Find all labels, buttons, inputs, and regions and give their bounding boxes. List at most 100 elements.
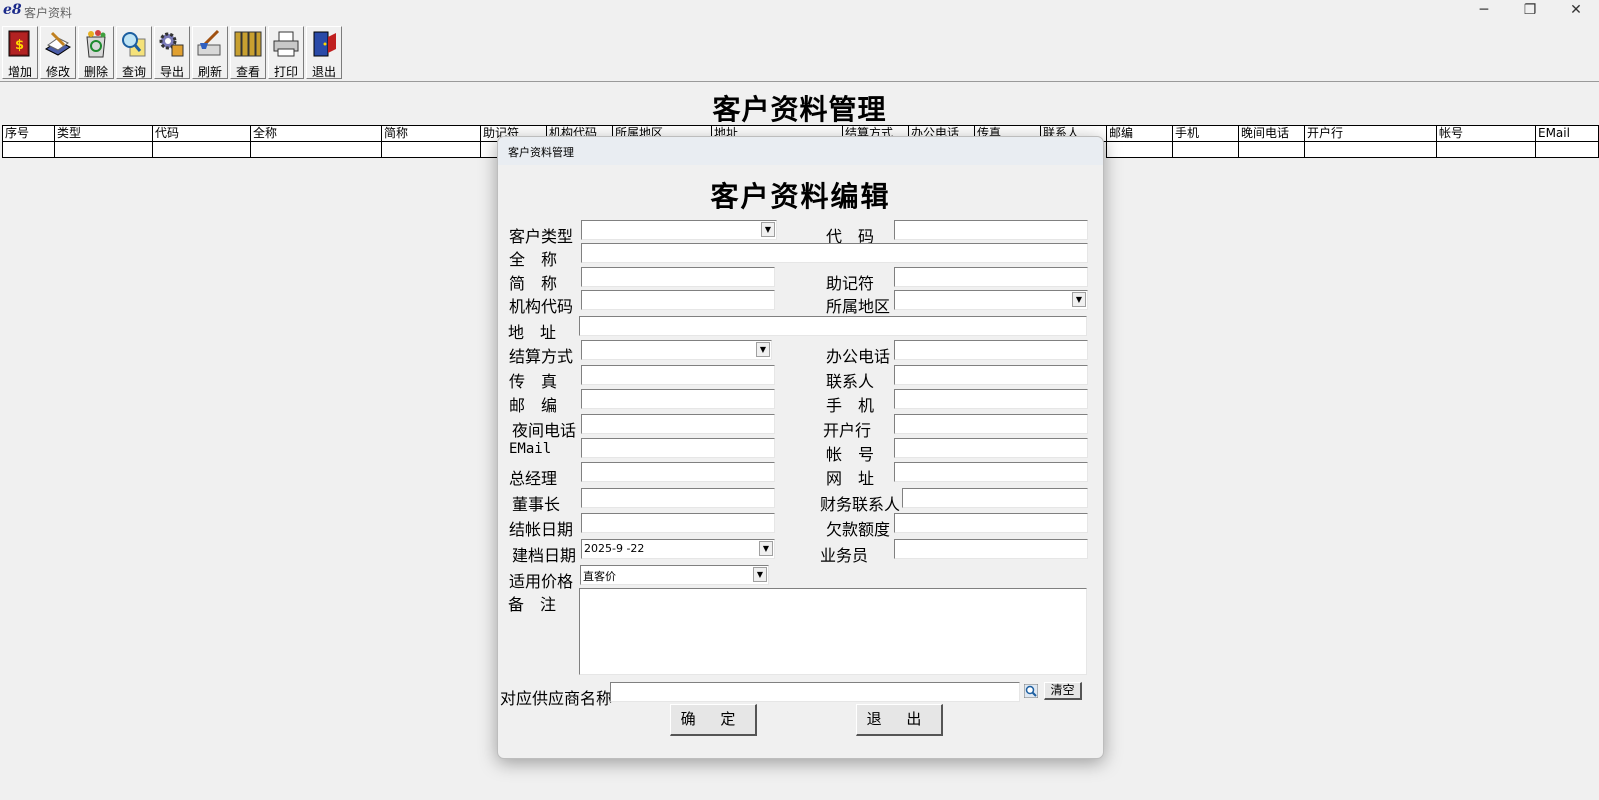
grid-header-cell[interactable]: 全称 bbox=[250, 125, 382, 142]
print-button[interactable]: 打印 bbox=[268, 26, 304, 79]
refresh-button[interactable]: 刷新 bbox=[192, 26, 228, 79]
website-label: 网 址 bbox=[826, 469, 875, 488]
grid-header-cell[interactable]: 手机 bbox=[1172, 125, 1239, 142]
search-icon[interactable] bbox=[1024, 684, 1038, 698]
grid-cell[interactable] bbox=[54, 142, 153, 158]
grid-header-cell[interactable]: 代码 bbox=[152, 125, 251, 142]
delete-label: 删除 bbox=[83, 65, 108, 79]
grid-header-cell[interactable]: 邮编 bbox=[1106, 125, 1173, 142]
toolbar: $ 增加 修改 删除 查询 导出 刷新 查看 打印 退出 bbox=[0, 25, 1599, 82]
mobile-label: 手 机 bbox=[826, 396, 875, 415]
grid-header-cell[interactable]: EMail bbox=[1535, 125, 1599, 142]
created-date-picker[interactable]: 2025-9 -22 ▼ bbox=[581, 539, 775, 559]
mnemonic-label: 助记符 bbox=[826, 274, 875, 293]
region-label: 所属地区 bbox=[826, 297, 891, 316]
postcode-field[interactable] bbox=[581, 389, 775, 409]
chevron-down-icon[interactable]: ▼ bbox=[753, 567, 767, 582]
account-label: 帐 号 bbox=[826, 445, 875, 464]
minimize-button[interactable]: ─ bbox=[1461, 0, 1507, 22]
office-phone-field[interactable] bbox=[894, 340, 1088, 360]
general-manager-field[interactable] bbox=[581, 462, 775, 482]
price-value: 直客价 bbox=[583, 570, 616, 583]
website-field[interactable] bbox=[894, 462, 1088, 482]
grid-header-cell[interactable]: 简称 bbox=[381, 125, 481, 142]
add-label: 增加 bbox=[7, 65, 32, 79]
night-phone-field[interactable] bbox=[581, 414, 775, 434]
clear-button[interactable]: 清空 bbox=[1044, 682, 1082, 700]
settlement-select[interactable]: ▼ bbox=[581, 340, 772, 360]
grid-cell[interactable] bbox=[152, 142, 251, 158]
email-field[interactable] bbox=[581, 438, 775, 458]
customer-type-label: 客户类型 bbox=[509, 227, 574, 246]
grid-cell[interactable] bbox=[1436, 142, 1536, 158]
exit-dialog-button[interactable]: 退 出 bbox=[856, 704, 943, 736]
mobile-field[interactable] bbox=[894, 389, 1088, 409]
grid-header-cell[interactable]: 帐号 bbox=[1436, 125, 1536, 142]
finance-contact-field[interactable] bbox=[902, 488, 1088, 508]
chevron-down-icon[interactable]: ▼ bbox=[1072, 292, 1086, 307]
grid-header-cell[interactable]: 开户行 bbox=[1304, 125, 1437, 142]
customer-type-select[interactable]: ▼ bbox=[581, 220, 777, 240]
confirm-button[interactable]: 确 定 bbox=[670, 704, 757, 736]
address-label: 地 址 bbox=[508, 323, 557, 342]
grid-cell[interactable] bbox=[1535, 142, 1599, 158]
export-gear-icon bbox=[159, 32, 184, 57]
grid-cell[interactable] bbox=[1304, 142, 1437, 158]
salesperson-field[interactable] bbox=[894, 539, 1088, 559]
supplier-field[interactable] bbox=[610, 682, 1020, 702]
region-select[interactable]: ▼ bbox=[894, 290, 1088, 310]
edit-label: 修改 bbox=[45, 65, 70, 79]
mnemonic-field[interactable] bbox=[894, 267, 1088, 287]
credit-limit-field[interactable] bbox=[894, 513, 1088, 533]
remark-textarea[interactable] bbox=[579, 588, 1087, 675]
exit-label: 退出 bbox=[311, 65, 336, 79]
add-button[interactable]: $ 增加 bbox=[2, 26, 38, 79]
price-select[interactable]: 直客价 ▼ bbox=[580, 565, 769, 585]
settlement-label: 结算方式 bbox=[509, 347, 574, 366]
chairman-label: 董事长 bbox=[512, 495, 561, 514]
export-button[interactable]: 导出 bbox=[154, 26, 190, 79]
grid-cell[interactable] bbox=[1238, 142, 1305, 158]
restore-button[interactable]: ❐ bbox=[1507, 0, 1553, 22]
account-field[interactable] bbox=[894, 438, 1088, 458]
grid-cell[interactable] bbox=[1106, 142, 1173, 158]
dialog-caption: 客户资料管理 bbox=[508, 146, 574, 159]
grid-header-cell[interactable]: 类型 bbox=[54, 125, 153, 142]
view-button[interactable]: 查看 bbox=[230, 26, 266, 79]
query-label: 查询 bbox=[121, 65, 146, 79]
magnifier-icon bbox=[122, 32, 146, 57]
delete-button[interactable]: 删除 bbox=[78, 26, 114, 79]
view-label: 查看 bbox=[235, 65, 260, 79]
chevron-down-icon[interactable]: ▼ bbox=[761, 222, 775, 237]
grid-cell[interactable] bbox=[250, 142, 382, 158]
created-date-value: 2025-9 -22 bbox=[584, 542, 645, 555]
office-phone-label: 办公电话 bbox=[826, 347, 891, 366]
grid-header-cell[interactable]: 晚间电话 bbox=[1238, 125, 1305, 142]
query-button[interactable]: 查询 bbox=[116, 26, 152, 79]
chevron-down-icon[interactable]: ▼ bbox=[756, 342, 770, 357]
view-binders-icon bbox=[234, 31, 262, 57]
price-label: 适用价格 bbox=[509, 572, 574, 591]
chevron-down-icon[interactable]: ▼ bbox=[759, 541, 773, 556]
fax-field[interactable] bbox=[581, 365, 775, 385]
exit-button[interactable]: 退出 bbox=[306, 26, 342, 79]
dialog-caption-bar[interactable]: 客户资料管理 bbox=[498, 137, 1103, 165]
grid-cell[interactable] bbox=[2, 142, 55, 158]
close-button[interactable]: ✕ bbox=[1553, 0, 1599, 22]
chairman-field[interactable] bbox=[581, 488, 775, 508]
contact-field[interactable] bbox=[894, 365, 1088, 385]
address-field[interactable] bbox=[579, 316, 1087, 336]
code-field[interactable] bbox=[894, 220, 1088, 240]
postcode-label: 邮 编 bbox=[509, 396, 558, 415]
org-code-field[interactable] bbox=[581, 290, 775, 310]
short-name-field[interactable] bbox=[581, 267, 775, 287]
closing-date-field[interactable] bbox=[581, 513, 775, 533]
grid-header-cell[interactable]: 序号 bbox=[2, 125, 55, 142]
grid-cell[interactable] bbox=[1172, 142, 1239, 158]
bank-field[interactable] bbox=[894, 414, 1088, 434]
grid-cell[interactable] bbox=[381, 142, 481, 158]
salesperson-label: 业务员 bbox=[820, 546, 869, 565]
full-name-field[interactable] bbox=[581, 243, 1088, 263]
night-phone-label: 夜间电话 bbox=[512, 421, 577, 440]
edit-button[interactable]: 修改 bbox=[40, 26, 76, 79]
